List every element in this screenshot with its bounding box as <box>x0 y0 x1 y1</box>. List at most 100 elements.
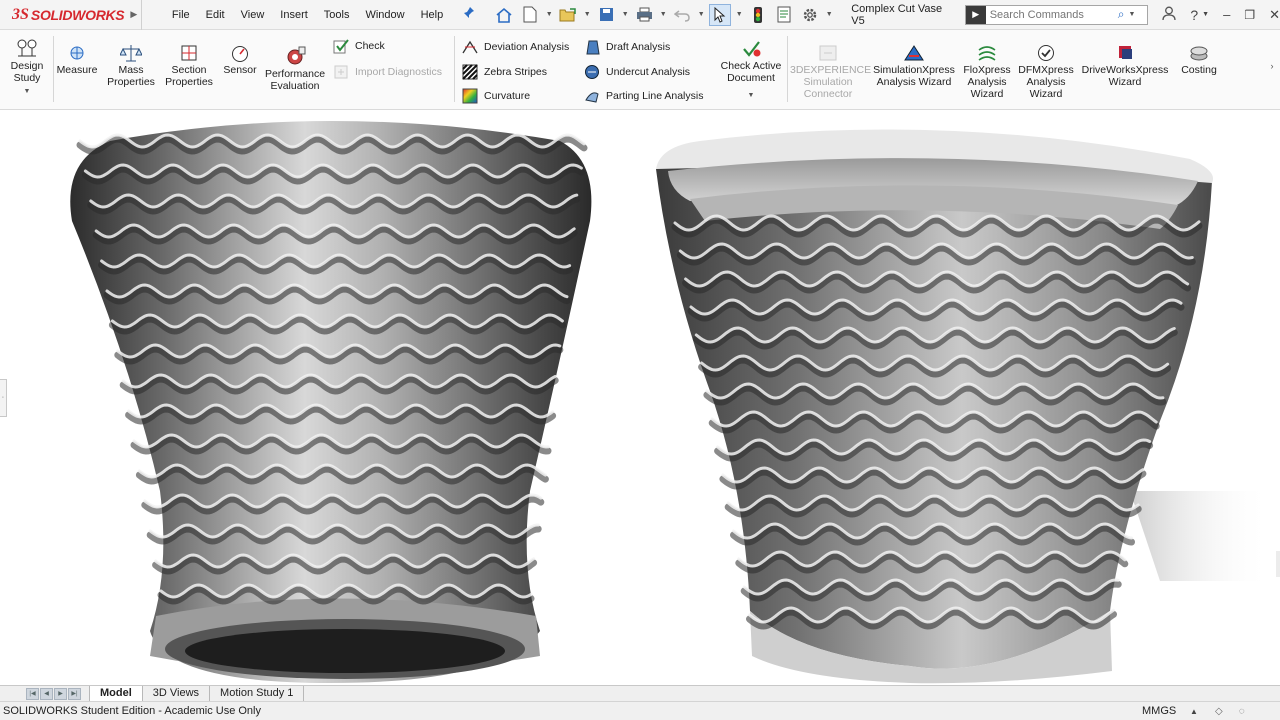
close-icon[interactable]: ✕ <box>1269 7 1280 23</box>
task-pane-tab[interactable] <box>1276 551 1280 577</box>
menu-view[interactable]: View <box>233 9 273 21</box>
dfmxpress-button[interactable]: DFMXpress Analysis Wizard <box>1018 44 1074 100</box>
mass-properties-button[interactable]: Mass Properties <box>104 44 158 88</box>
sensor-button[interactable]: Sensor <box>220 44 260 76</box>
ds-logo-icon: 3S <box>12 5 29 23</box>
deviation-analysis-button[interactable]: Deviation Analysis <box>462 39 569 55</box>
scale-icon <box>120 45 142 62</box>
chevron-down-icon[interactable]: ▼ <box>697 11 705 18</box>
parting-line-analysis-label: Parting Line Analysis <box>606 90 704 102</box>
performance-evaluation-button[interactable]: Performance Evaluation <box>262 46 328 92</box>
unit-system-selector[interactable]: MMGS <box>1142 705 1176 717</box>
chevron-down-icon[interactable]: ▼ <box>545 11 553 18</box>
measure-button[interactable]: Measure <box>55 44 99 76</box>
right-vase-model[interactable] <box>656 129 1270 684</box>
first-tab-icon[interactable]: |◀ <box>26 687 39 700</box>
file-properties-icon[interactable] <box>773 4 795 26</box>
design-study-button[interactable]: Design Study ▼ <box>4 38 50 98</box>
search-input[interactable] <box>985 8 1116 21</box>
menu-tools[interactable]: Tools <box>316 9 358 21</box>
section-properties-button[interactable]: Section Properties <box>160 44 218 88</box>
graphics-area[interactable]: ◦ <box>0 111 1280 685</box>
ribbon-scroll-right-icon[interactable]: › <box>1266 60 1278 72</box>
simulationxpress-button[interactable]: SimulationXpress Analysis Wizard <box>870 44 958 88</box>
menu-insert[interactable]: Insert <box>272 9 316 21</box>
driveworksxpress-icon <box>1119 46 1132 59</box>
chevron-down-icon[interactable]: ▼ <box>825 11 833 18</box>
rebuild-status-icon[interactable]: ◇ <box>1215 706 1223 717</box>
design-study-label: Design Study <box>10 60 44 84</box>
status-bar: SOLIDWORKS Student Edition - Academic Us… <box>0 701 1280 720</box>
ribbon-separator <box>53 36 54 102</box>
new-document-icon[interactable] <box>519 4 541 26</box>
command-search-icon[interactable]: ▶ <box>965 5 986 24</box>
menu-edit[interactable]: Edit <box>198 9 233 21</box>
curvature-button[interactable]: Curvature <box>462 88 530 104</box>
menu-file[interactable]: File <box>164 9 198 21</box>
logo-chevron-icon[interactable]: ▶ <box>130 9 137 20</box>
edition-status-text: SOLIDWORKS Student Edition - Academic Us… <box>3 705 261 717</box>
draft-analysis-button[interactable]: Draft Analysis <box>584 39 670 55</box>
search-commands-box[interactable]: ▶ ⌕ ▼ <box>964 4 1149 25</box>
ribbon-separator <box>787 36 788 102</box>
options-gear-icon[interactable] <box>799 4 821 26</box>
chevron-up-icon[interactable]: ▲ <box>1190 707 1198 716</box>
open-folder-icon[interactable] <box>557 4 579 26</box>
solidworks-window: 3S SOLIDWORKS ▶ File Edit View Insert To… <box>0 0 1280 720</box>
import-diagnostics-button[interactable]: Import Diagnostics <box>333 64 442 80</box>
chevron-down-icon[interactable]: ▼ <box>621 11 629 18</box>
check-active-document-icon <box>743 41 761 57</box>
costing-button[interactable]: Costing <box>1176 44 1222 76</box>
experience-connector-button[interactable]: 3DEXPERIENCE Simulation Connector <box>790 44 871 100</box>
performance-evaluation-label: Performance Evaluation <box>264 68 326 92</box>
curvature-icon <box>462 88 478 104</box>
last-tab-icon[interactable]: ▶| <box>68 687 81 700</box>
measure-icon <box>70 46 84 60</box>
menu-help[interactable]: Help <box>413 9 452 21</box>
chevron-down-icon[interactable]: ▼ <box>4 86 50 98</box>
draft-analysis-label: Draft Analysis <box>606 41 671 53</box>
check-icon <box>333 39 349 54</box>
chevron-down-icon[interactable]: ▼ <box>718 90 784 102</box>
select-cursor-icon[interactable] <box>709 3 732 26</box>
undercut-analysis-button[interactable]: Undercut Analysis <box>584 64 690 80</box>
dfmxpress-label: DFMXpress Analysis Wizard <box>1018 64 1074 100</box>
user-icon[interactable] <box>1162 6 1177 24</box>
rebuild-traffic-light-icon[interactable] <box>747 4 769 26</box>
help-icon[interactable]: ? <box>1190 7 1198 23</box>
chevron-down-icon[interactable]: ▼ <box>735 11 743 18</box>
pin-icon[interactable] <box>463 6 475 23</box>
tab-motion-study-1[interactable]: Motion Study 1 <box>210 686 305 701</box>
notifications-icon[interactable]: ◌ <box>1239 706 1245 717</box>
solidworks-logo[interactable]: 3S SOLIDWORKS ▶ <box>0 0 142 30</box>
restore-icon[interactable]: ❐ <box>1244 8 1255 22</box>
left-vase-model[interactable] <box>70 121 592 683</box>
print-icon[interactable] <box>633 4 655 26</box>
check-button[interactable]: Check <box>333 38 385 54</box>
floxpress-button[interactable]: FloXpress Analysis Wizard <box>960 44 1014 100</box>
next-tab-icon[interactable]: ▶ <box>54 687 67 700</box>
window-controls: ? ▼ – ❐ ✕ <box>1162 6 1280 24</box>
design-study-icon <box>17 39 37 57</box>
home-icon[interactable] <box>493 4 515 26</box>
undo-icon[interactable] <box>671 4 693 26</box>
simulationxpress-icon <box>904 45 924 61</box>
chevron-down-icon[interactable]: ▼ <box>1128 11 1135 18</box>
zebra-stripes-button[interactable]: Zebra Stripes <box>462 64 547 80</box>
floxpress-label: FloXpress Analysis Wizard <box>963 64 1011 100</box>
chevron-down-icon[interactable]: ▼ <box>659 11 667 18</box>
parting-line-analysis-button[interactable]: Parting Line Analysis <box>584 88 703 104</box>
menu-bar: File Edit View Insert Tools Window Help <box>164 9 451 21</box>
driveworksxpress-button[interactable]: DriveWorksXpress Wizard <box>1078 44 1172 88</box>
check-active-document-button[interactable]: Check Active Document ▼ <box>718 40 784 102</box>
chevron-down-icon[interactable]: ▼ <box>583 11 591 18</box>
help-chevron-down-icon[interactable]: ▼ <box>1202 11 1209 18</box>
previous-tab-icon[interactable]: ◀ <box>40 687 53 700</box>
tab-model[interactable]: Model <box>89 686 143 701</box>
menu-window[interactable]: Window <box>357 9 412 21</box>
save-icon[interactable] <box>595 4 617 26</box>
feature-manager-toggle-tab[interactable]: ◦ <box>0 379 7 417</box>
tab-3d-views[interactable]: 3D Views <box>143 686 211 701</box>
search-icon[interactable]: ⌕ <box>1118 7 1125 22</box>
minimize-icon[interactable]: – <box>1223 7 1230 22</box>
